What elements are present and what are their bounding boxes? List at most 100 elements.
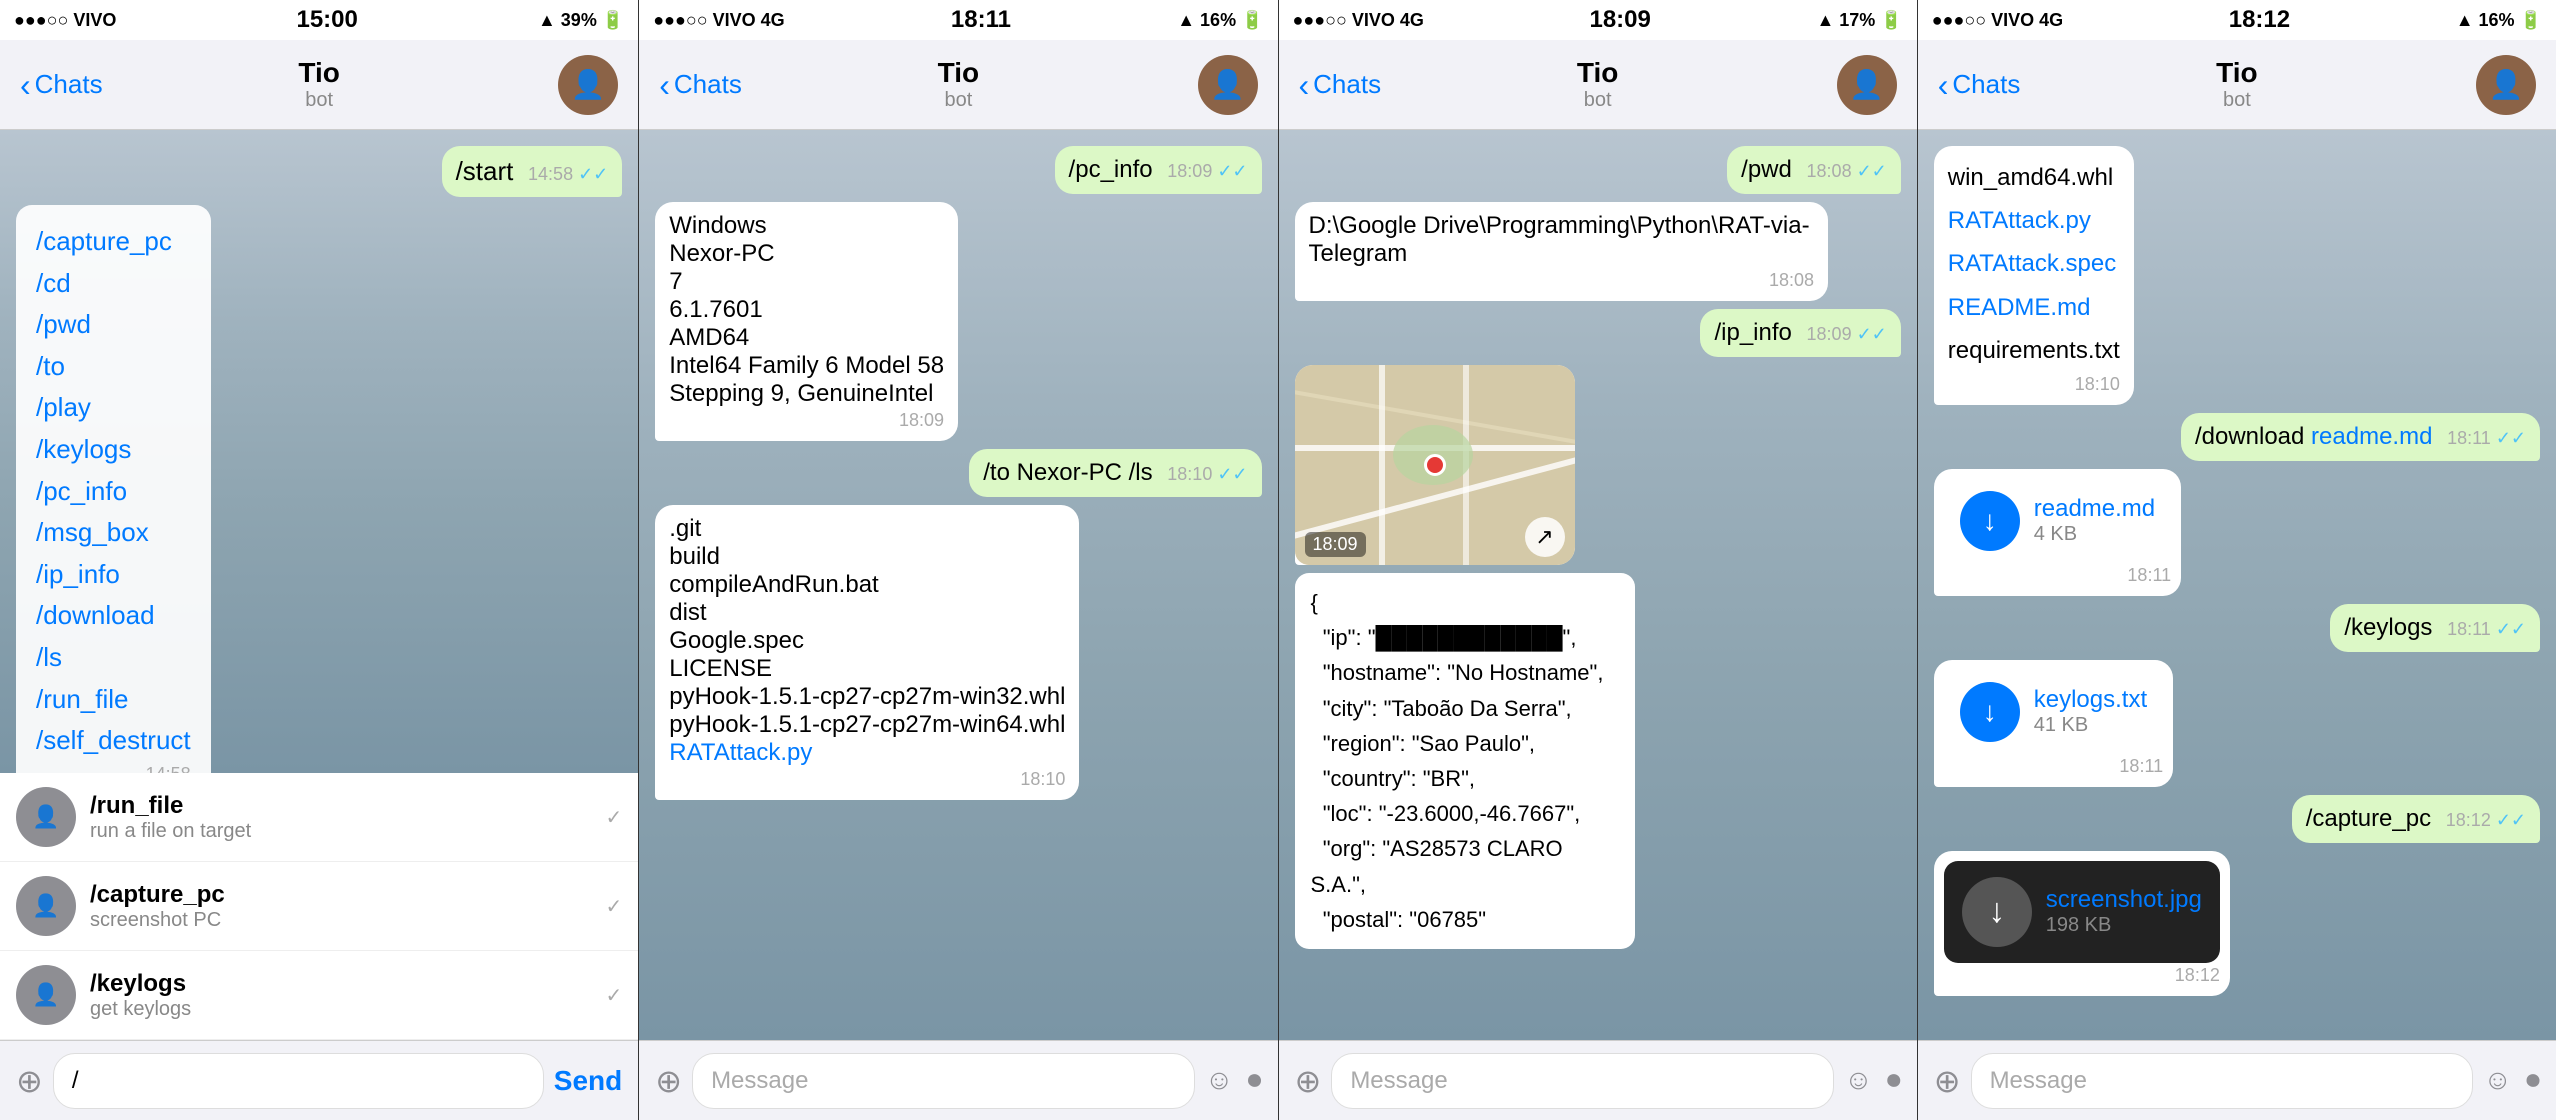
chat-sub-3: bot	[1577, 89, 1618, 112]
cmd-runfile[interactable]: /run_file	[36, 679, 191, 721]
back-button-4[interactable]: ‹ Chats	[1938, 69, 2021, 101]
input-bar-2: ⊕ Message ☺ ⏺	[639, 1040, 1277, 1120]
back-label-3[interactable]: Chats	[1313, 69, 1381, 100]
back-label-1[interactable]: Chats	[35, 69, 103, 100]
msg-readme-file: ↓ readme.md 4 KB 18:11	[1934, 469, 2181, 596]
status-time-2: 18:11	[951, 6, 1011, 34]
list-item-capture[interactable]: 👤 /capture_pc screenshot PC ✓	[0, 862, 638, 951]
carrier-3: ●●●○○ VIVO 4G	[1293, 10, 1424, 31]
back-button-1[interactable]: ‹ Chats	[20, 69, 103, 101]
battery-1: ▲ 39% 🔋	[538, 10, 624, 31]
back-label-4[interactable]: Chats	[1952, 69, 2020, 100]
mic-icon-3[interactable]: ⏺	[1887, 1064, 1901, 1097]
filelist-time: 18:10	[1948, 374, 2120, 395]
cmd-keylogs[interactable]: /keylogs	[36, 429, 191, 471]
screen-2: ●●●○○ VIVO 4G 18:11 ▲ 16% 🔋 ‹ Chats Tio …	[639, 0, 1278, 1120]
list-name-runfile: /run_file	[90, 792, 591, 820]
screenshot-time: 18:12	[1944, 965, 2220, 986]
list-item-runfile[interactable]: 👤 /run_file run a file on target ✓	[0, 773, 638, 862]
msg-ipinfo-data: { "ip": "████████████", "hostname": "No …	[1295, 573, 1635, 949]
back-button-2[interactable]: ‹ Chats	[659, 69, 742, 101]
input-field-2[interactable]: Message	[692, 1053, 1195, 1109]
map-share-btn[interactable]: ↗	[1525, 517, 1565, 557]
cmd-msgbox[interactable]: /msg_box	[36, 512, 191, 554]
input-placeholder-4: Message	[1990, 1067, 2087, 1095]
cmd-pwd[interactable]: /pwd	[36, 304, 191, 346]
ls-time: 18:10	[669, 769, 1065, 790]
sticker-icon-2[interactable]: ☺	[1205, 1064, 1234, 1097]
chat-name-4: Tio	[2216, 57, 2257, 89]
input-field-4[interactable]: Message	[1971, 1053, 2474, 1109]
cmd-capture[interactable]: /capture_pc	[36, 221, 191, 263]
list-time-capture: ✓	[605, 894, 622, 919]
battery-4: ▲ 16% 🔋	[2456, 10, 2542, 31]
status-bar-2: ●●●○○ VIVO 4G 18:11 ▲ 16% 🔋	[639, 0, 1277, 40]
cmd-selfdestruct[interactable]: /self_destruct	[36, 720, 191, 762]
msg-keylogs-out: /keylogs 18:11 ✓✓	[2330, 604, 2540, 652]
list-item-keylogs[interactable]: 👤 /keylogs get keylogs ✓	[0, 951, 638, 1040]
status-bar-1: ●●●○○ VIVO 15:00 ▲ 39% 🔋	[0, 0, 638, 40]
back-button-3[interactable]: ‹ Chats	[1299, 69, 1382, 101]
status-left-3: ●●●○○ VIVO 4G	[1293, 10, 1424, 31]
cmd-ls[interactable]: /ls	[36, 637, 191, 679]
list-name-keylogs: /keylogs	[90, 970, 591, 998]
map-thumbnail[interactable]: 18:09 ↗	[1295, 365, 1575, 565]
back-label-2[interactable]: Chats	[674, 69, 742, 100]
avatar-3[interactable]: 👤	[1837, 55, 1897, 115]
screen-3: ●●●○○ VIVO 4G 18:09 ▲ 17% 🔋 ‹ Chats Tio …	[1279, 0, 1918, 1120]
attach-icon-1[interactable]: ⊕	[16, 1062, 43, 1100]
pcinfo-line4: 6.1.7601	[669, 296, 944, 324]
msg-pwd-out: /pwd 18:08 ✓✓	[1727, 146, 1901, 194]
attach-icon-2[interactable]: ⊕	[655, 1062, 682, 1100]
avatar-1[interactable]: 👤	[558, 55, 618, 115]
file-req: requirements.txt	[1948, 329, 2120, 372]
attach-icon-3[interactable]: ⊕	[1295, 1062, 1322, 1100]
back-chevron-2: ‹	[659, 69, 670, 101]
status-right-2: ▲ 16% 🔋	[1177, 10, 1263, 31]
avatar-4[interactable]: 👤	[2476, 55, 2536, 115]
pcinfo-line3: 7	[669, 268, 944, 296]
status-time-3: 18:09	[1589, 6, 1650, 34]
msg-pwd-resp: D:\Google Drive\Programming\Python\RAT-v…	[1295, 202, 1829, 301]
nav-title-1: Tio bot	[298, 57, 339, 112]
cmd-ipinfo[interactable]: /ip_info	[36, 554, 191, 596]
chat-sub-2: bot	[938, 89, 979, 112]
chat-sub-4: bot	[2216, 89, 2257, 112]
msg-pcinfo-resp: Windows Nexor-PC 7 6.1.7601 AMD64 Intel6…	[655, 202, 958, 441]
msg-capture-out: /capture_pc 18:12 ✓✓	[2292, 795, 2540, 843]
pcinfo-line2: Nexor-PC	[669, 240, 944, 268]
send-button-1[interactable]: Send	[554, 1065, 622, 1097]
input-field-1[interactable]: /	[53, 1053, 544, 1109]
screenshot-container[interactable]: ↓ screenshot.jpg 198 KB	[1944, 861, 2220, 963]
cmd-cd[interactable]: /cd	[36, 263, 191, 305]
cmd-play[interactable]: /play	[36, 387, 191, 429]
mic-icon-2[interactable]: ⏺	[1247, 1064, 1261, 1097]
msg-start: /start 14:58 ✓✓	[442, 146, 623, 197]
chat-area-3: /pwd 18:08 ✓✓ D:\Google Drive\Programmin…	[1279, 130, 1917, 1040]
file-keylogs-dl[interactable]: ↓ keylogs.txt 41 KB	[1944, 670, 2163, 754]
ls-line3: compileAndRun.bat	[669, 571, 1065, 599]
nav-title-4: Tio bot	[2216, 57, 2257, 112]
sticker-icon-4[interactable]: ☺	[2483, 1064, 2512, 1097]
input-icons-2: ☺ ⏺	[1205, 1064, 1262, 1097]
keylogs-dl-icon: ↓	[1960, 682, 2020, 742]
list-preview-capture: screenshot PC	[90, 909, 591, 932]
cmd-download[interactable]: /download	[36, 595, 191, 637]
status-bar-3: ●●●○○ VIVO 4G 18:09 ▲ 17% 🔋	[1279, 0, 1917, 40]
avatar-2[interactable]: 👤	[1198, 55, 1258, 115]
status-right-3: ▲ 17% 🔋	[1816, 10, 1902, 31]
file-readme-dl[interactable]: ↓ readme.md 4 KB	[1944, 479, 2171, 563]
attach-icon-4[interactable]: ⊕	[1934, 1062, 1961, 1100]
readme-info: readme.md 4 KB	[2034, 495, 2155, 546]
back-chevron-3: ‹	[1299, 69, 1310, 101]
nav-bar-4: ‹ Chats Tio bot 👤	[1918, 40, 2556, 130]
messages-4: win_amd64.whl RATAttack.py RATAttack.spe…	[1918, 130, 2556, 1040]
input-field-3[interactable]: Message	[1331, 1053, 1834, 1109]
ls-line6: LICENSE	[669, 655, 1065, 683]
sticker-icon-3[interactable]: ☺	[1844, 1064, 1873, 1097]
msg-keylogs-file: ↓ keylogs.txt 41 KB 18:11	[1934, 660, 2173, 787]
cmd-to[interactable]: /to	[36, 346, 191, 388]
mic-icon-4[interactable]: ⏺	[2526, 1064, 2540, 1097]
cmd-pcinfo[interactable]: /pc_info	[36, 471, 191, 513]
battery-3: ▲ 17% 🔋	[1816, 10, 1902, 31]
